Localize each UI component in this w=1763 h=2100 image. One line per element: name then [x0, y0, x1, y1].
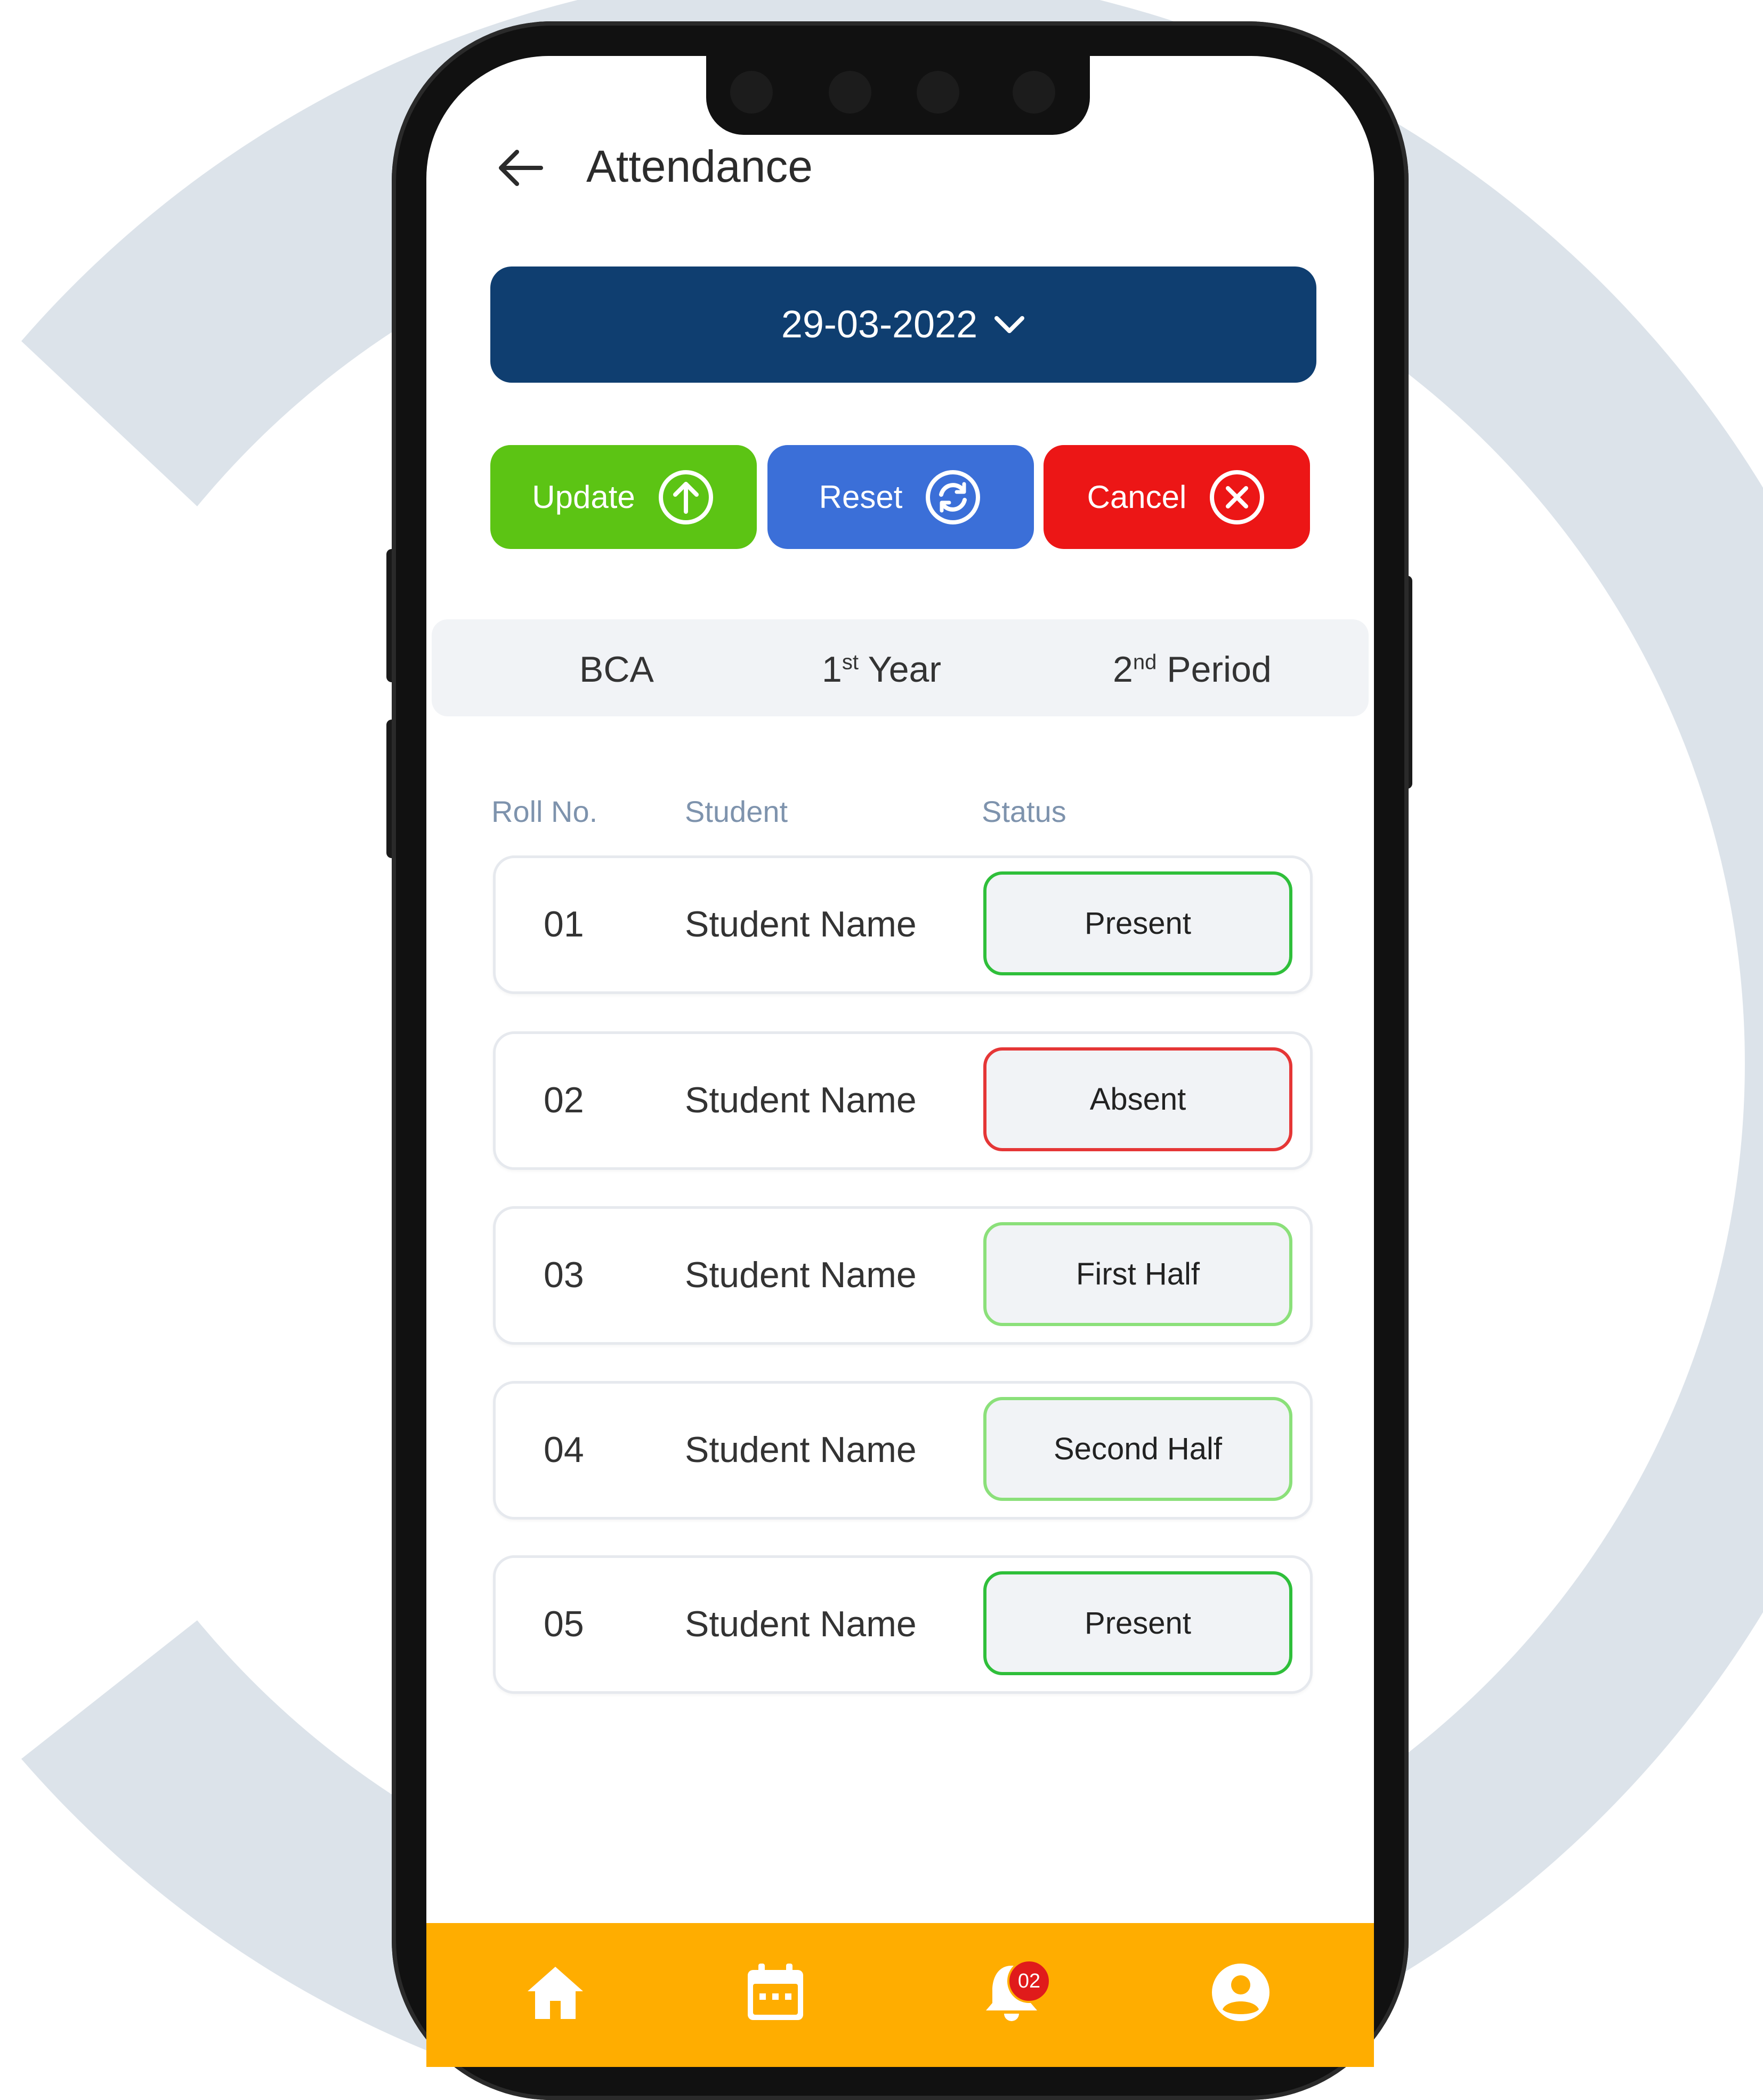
home-icon[interactable]	[523, 1960, 587, 2024]
calendar-icon[interactable]	[743, 1960, 807, 2024]
sensor-dot	[829, 71, 871, 114]
year-suffix: st	[842, 650, 859, 674]
camera-dot	[1013, 71, 1055, 114]
upload-arrow-icon	[658, 470, 713, 524]
year-label: 1st Year	[822, 649, 941, 690]
table-row: 01 Student Name Present	[493, 855, 1313, 994]
update-button[interactable]: Update	[490, 445, 757, 549]
chevron-down-icon	[994, 316, 1025, 333]
table-row: 05 Student Name Present	[493, 1555, 1313, 1694]
selected-date: 29-03-2022	[781, 303, 978, 346]
date-selector[interactable]: 29-03-2022	[490, 266, 1316, 383]
class-info-bar: BCA 1st Year 2nd Period	[432, 619, 1369, 716]
status-toggle[interactable]: Present	[983, 1571, 1292, 1675]
student-name: Student Name	[685, 1080, 917, 1120]
back-arrow-icon[interactable]	[496, 147, 544, 189]
status-toggle[interactable]: Present	[983, 871, 1292, 975]
refresh-icon	[926, 470, 981, 524]
table-row: 04 Student Name Second Half	[493, 1381, 1313, 1520]
bottom-navigation	[426, 1923, 1374, 2067]
table-row: 02 Student Name Absent	[493, 1031, 1313, 1170]
status-toggle[interactable]: First Half	[983, 1222, 1292, 1326]
student-name: Student Name	[685, 1429, 917, 1470]
reset-button[interactable]: Reset	[767, 445, 1034, 549]
reset-button-label: Reset	[819, 479, 903, 515]
year-word: Year	[868, 649, 942, 690]
student-name: Student Name	[685, 1255, 917, 1295]
column-header-roll: Roll No.	[491, 795, 598, 828]
camera-dot	[730, 71, 773, 114]
roll-number: 05	[544, 1604, 584, 1644]
student-name: Student Name	[685, 1604, 917, 1644]
course-label: BCA	[579, 649, 654, 690]
status-toggle[interactable]: Absent	[983, 1047, 1292, 1151]
year-number: 1	[822, 649, 842, 690]
column-header-status: Status	[982, 795, 1066, 828]
notification-badge: 02	[1007, 1959, 1051, 2003]
cancel-button-label: Cancel	[1087, 479, 1187, 515]
table-row: 03 Student Name First Half	[493, 1206, 1313, 1345]
roll-number: 02	[544, 1080, 584, 1120]
update-button-label: Update	[532, 479, 635, 515]
period-suffix: nd	[1133, 650, 1157, 674]
period-word: Period	[1167, 649, 1272, 690]
roll-number: 01	[544, 904, 584, 944]
profile-icon[interactable]	[1209, 1960, 1273, 2024]
period-label: 2nd Period	[1113, 649, 1272, 690]
cancel-button[interactable]: Cancel	[1044, 445, 1310, 549]
student-name: Student Name	[685, 904, 917, 944]
sensor-dot	[917, 71, 959, 114]
status-toggle[interactable]: Second Half	[983, 1397, 1292, 1501]
roll-number: 03	[544, 1255, 584, 1295]
period-number: 2	[1113, 649, 1133, 690]
roll-number: 04	[544, 1429, 584, 1470]
column-header-student: Student	[685, 795, 788, 828]
phone-notch	[706, 52, 1090, 135]
page-title: Attendance	[586, 141, 813, 191]
close-circle-icon	[1210, 470, 1265, 524]
